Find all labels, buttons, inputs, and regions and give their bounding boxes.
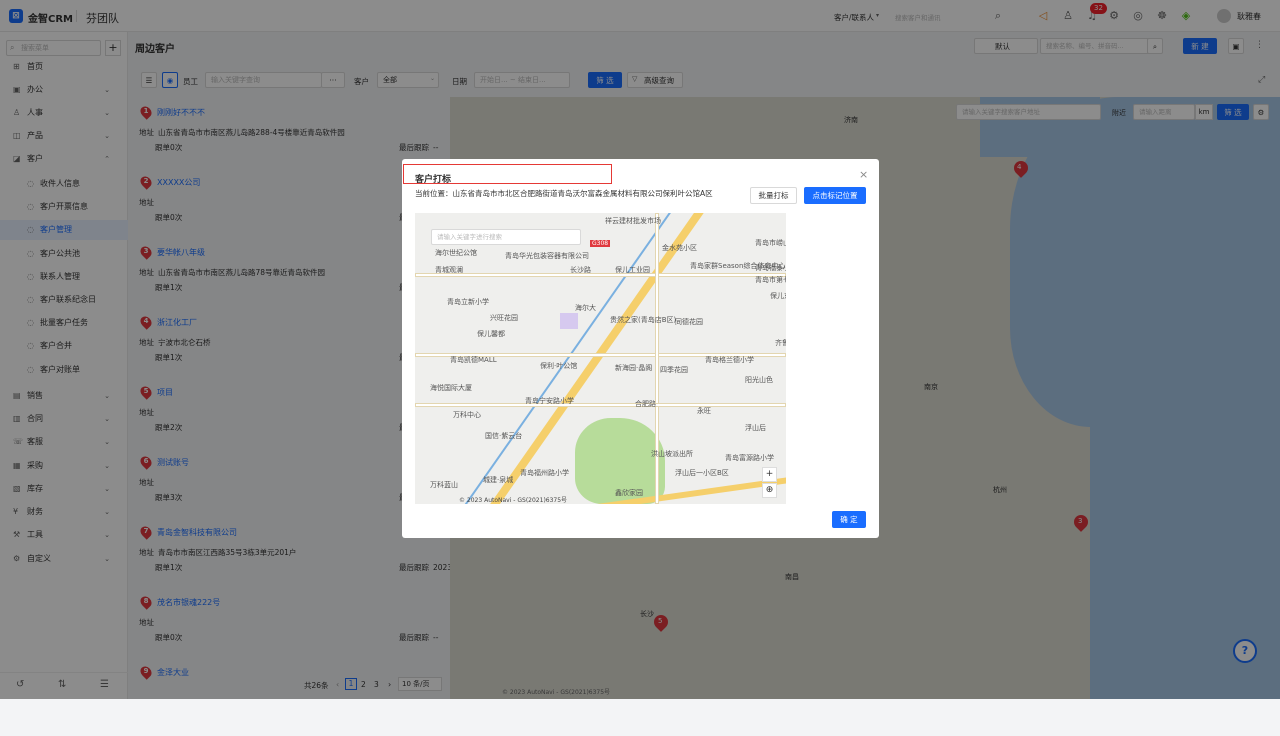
ok-button[interactable]: 确 定	[832, 511, 866, 528]
map-poi-label: 长沙路	[570, 266, 591, 274]
map-poi-label: 青岛家群Season综合体育中心	[690, 262, 786, 270]
location-value: 山东省青岛市市北区合肥路街道青岛沃尔富森金属材料有限公司保利叶公馆A区	[452, 189, 713, 198]
map-poi-label: 万科蓝山	[430, 481, 458, 489]
map-poi-label: 青岛市第七中学	[755, 276, 786, 284]
map-copyright: © 2023 AutoNavi - GS(2021)6375号	[459, 497, 568, 504]
road	[655, 213, 659, 504]
map-poi-label: 青岛福州路小学	[520, 469, 569, 477]
map-poi-label: 海尔大	[575, 304, 596, 312]
locate-button[interactable]: ⊕	[762, 483, 777, 498]
map-poi-label: 新海园·晶阁	[615, 364, 653, 372]
mark-location-button[interactable]: 点击标记位置	[804, 187, 866, 204]
map-poi-label: 合肥路	[635, 400, 656, 408]
map-poi-label: 青岛华光包装容器有限公司	[505, 252, 589, 260]
current-location: 当前位置：山东省青岛市市北区合肥路街道青岛沃尔富森金属材料有限公司保利叶公馆A区	[415, 188, 713, 199]
map-poi-label: 贵然之家(青岛店B区)	[610, 316, 677, 324]
map-poi-label: 青岛富源路小学	[725, 454, 774, 462]
map-poi-label: 永旺	[697, 407, 711, 415]
map-poi-label: 同德花园	[675, 318, 703, 326]
zoom-in-button[interactable]: +	[762, 467, 777, 482]
map-poi-label: 齐鲁	[775, 339, 786, 347]
map-poi-label: 国信·紫云台	[485, 432, 523, 440]
map-poi-label: 四季花园	[660, 366, 688, 374]
close-icon[interactable]: ×	[859, 168, 868, 181]
map-poi-label: 青岛凯德MALL	[450, 356, 497, 364]
batch-mark-button[interactable]: 批量打标	[750, 187, 797, 204]
road	[415, 403, 786, 407]
map-poi-label: 万科中心	[453, 411, 481, 419]
map-poi-label: 海尔世纪公馆	[435, 249, 477, 257]
map-poi-label: 海悦国际大厦	[430, 384, 472, 392]
map-poi-label: 保儿东山小区	[770, 292, 786, 300]
map-poi-label: 青岛立新小学	[447, 298, 489, 306]
map-poi-label: 城建·泉城	[483, 476, 514, 484]
road	[415, 273, 786, 277]
map-poi-label: 青岛市崂山区	[755, 239, 786, 247]
map-poi-label: 洪山坡派出所	[651, 450, 693, 458]
map-poi-label: 浮山后一小区B区	[675, 469, 729, 477]
mark-customer-dialog: 客户打标 × 当前位置：山东省青岛市市北区合肥路街道青岛沃尔富森金属材料有限公司…	[402, 159, 879, 538]
map-poi-label: 金水苑小区	[662, 244, 697, 252]
highlight-box	[403, 164, 612, 184]
map-poi-label: 浮山后	[745, 424, 766, 432]
map-poi-label: 青岛宁安路小学	[525, 397, 574, 405]
location-map[interactable]: 祥云建材批发市场青岛市崂山区海尔世纪公馆 青岛华光包装容器有限公司 金水苑小区青岛福…	[415, 213, 786, 504]
map-poi-label: 保儿工业园	[615, 266, 650, 274]
map-poi-label: 兴旺花园	[490, 314, 518, 322]
map-poi-label: 鑫欣家园	[615, 489, 643, 497]
map-search-input[interactable]: 请输入关键字进行搜索	[431, 229, 581, 245]
building-area	[560, 313, 578, 329]
map-poi-label: 青岛格兰德小学	[705, 356, 754, 364]
map-poi-label: 保儿馨都	[477, 330, 505, 338]
map-poi-label: 保利·叶公馆	[540, 362, 578, 370]
map-poi-label: 祥云建材批发市场	[605, 217, 661, 225]
map-poi-label: G308	[590, 240, 611, 247]
map-poi-label: 青城观澜	[435, 266, 463, 274]
location-label: 当前位置：	[415, 189, 453, 198]
map-poi-label: 阳光山色	[745, 376, 773, 384]
